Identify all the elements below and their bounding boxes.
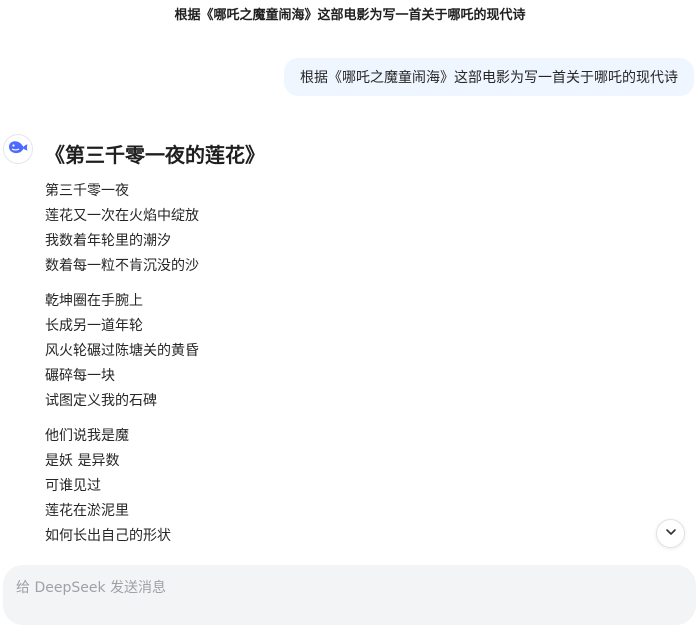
poem-title: 《第三千零一夜的莲花》 [45,143,265,167]
poem-line: 莲花又一次在火焰中绽放 [45,208,199,224]
poem-line: 可谁见过 [45,478,101,494]
conversation-title: 根据《哪吒之魔童闹海》这部电影为写一首关于哪吒的现代诗 [174,8,526,23]
poem-line: 第三千零一夜 [45,183,129,199]
poem-line: 乾坤圈在手腕上 [45,293,143,309]
scroll-to-bottom-button[interactable] [656,519,685,548]
poem-line: 数着每一粒不肯沉没的沙 [45,258,199,274]
poem-stanza: 他们说我是魔 是妖 是异数 可谁见过 莲花在淤泥里 如何长出自己的形状 [45,424,199,549]
poem-line: 如何长出自己的形状 [45,528,171,544]
poem-line: 风火轮碾过陈塘关的黄昏 [45,343,199,359]
chevron-down-icon [664,524,678,543]
poem-stanza: 第三千零一夜 莲花又一次在火焰中绽放 我数着年轮里的潮汐 数着每一粒不肯沉没的沙 [45,179,199,279]
poem-line: 长成另一道年轮 [45,318,143,334]
deepseek-whale-icon [8,139,28,159]
deepseek-avatar [3,134,33,164]
poem-line: 碾碎每一块 [45,368,115,384]
poem-line: 试图定义我的石碑 [45,393,157,409]
poem-line: 他们说我是魔 [45,428,129,444]
poem-body: 第三千零一夜 莲花又一次在火焰中绽放 我数着年轮里的潮汐 数着每一粒不肯沉没的沙… [45,179,199,559]
poem-stanza: 乾坤圈在手腕上 长成另一道年轮 风火轮碾过陈塘关的黄昏 碾碎每一块 试图定义我的… [45,289,199,414]
poem-line: 莲花在淤泥里 [45,503,129,519]
poem-line: 是妖 是异数 [45,453,120,469]
message-input[interactable]: 给 DeepSeek 发送消息 [3,565,696,625]
message-input-placeholder: 给 DeepSeek 发送消息 [16,580,167,596]
poem-line: 我数着年轮里的潮汐 [45,233,171,249]
user-message-bubble: 根据《哪吒之魔童闹海》这部电影为写一首关于哪吒的现代诗 [284,58,694,96]
